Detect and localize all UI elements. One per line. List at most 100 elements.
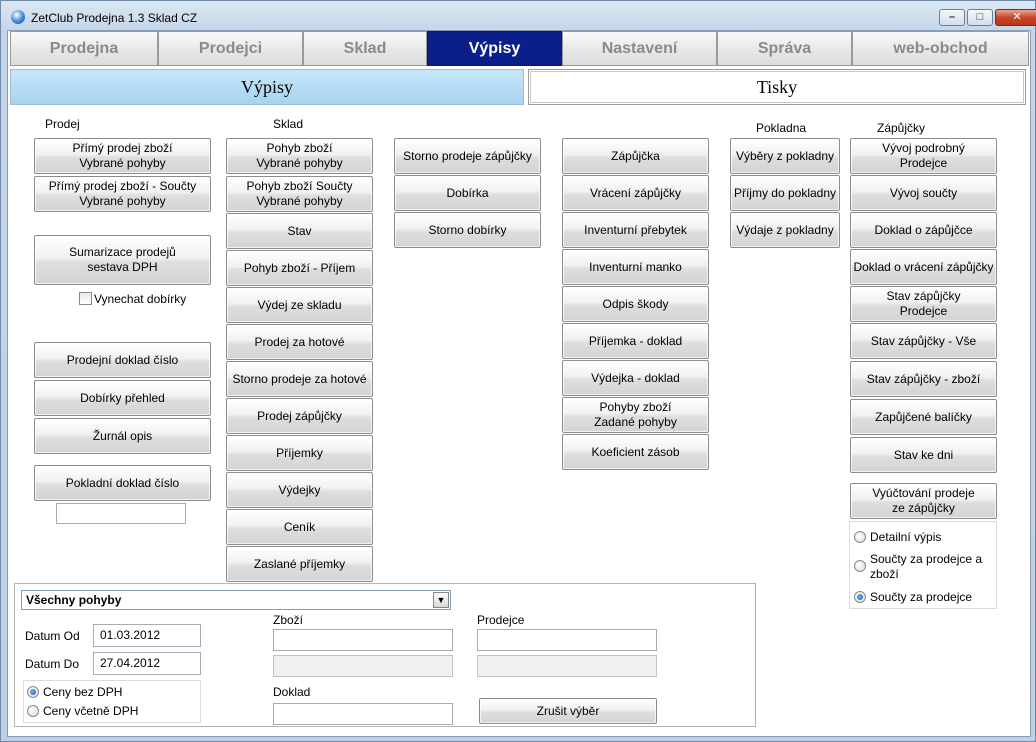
filter-panel: Všechny pohyby ▼ Datum Od 01.03.2012 Dat… xyxy=(14,583,756,727)
vydej-ze-skladu-button[interactable]: Výdej ze skladu xyxy=(226,287,373,323)
radio-ceny-vcetne-dph[interactable] xyxy=(27,705,39,717)
maximize-button[interactable]: □ xyxy=(967,9,993,26)
tab-prodejci[interactable]: Prodejci xyxy=(158,31,303,66)
vydejka-doklad-button[interactable]: Výdejka - doklad xyxy=(562,360,709,396)
vybery-z-pokladny-button[interactable]: Výběry z pokladny xyxy=(730,138,840,174)
radio-detailni-vypis[interactable] xyxy=(854,531,866,543)
prijemka-doklad-button[interactable]: Příjemka - doklad xyxy=(562,323,709,359)
inventurni-manko-button[interactable]: Inventurní manko xyxy=(562,249,709,285)
minimize-button[interactable]: – xyxy=(939,9,965,26)
radio-soucty-za-prodejce[interactable] xyxy=(854,591,866,603)
datum-do-label: Datum Do xyxy=(25,657,80,671)
close-button[interactable]: ✕ xyxy=(995,9,1036,26)
pokladna-heading: Pokladna xyxy=(756,121,807,135)
radio-soucty-prodejce-zbozi[interactable] xyxy=(854,560,866,572)
radio-soucty-prodejce-zbozi-label: Součty za prodejce a zboží xyxy=(870,552,983,581)
pohyb-zbozi-soucty-button[interactable]: Pohyb zboží Součty Vybrané pohyby xyxy=(226,176,373,212)
radio-ceny-vcetne-dph-label: Ceny včetně DPH xyxy=(43,704,139,718)
title-bar: ZetClub Prodejna 1.3 Sklad CZ – □ ✕ xyxy=(1,1,1036,31)
pohyby-zbozi-zadane-button[interactable]: Pohyby zboží Zadané pohyby xyxy=(562,397,709,433)
sklad-heading: Sklad xyxy=(273,117,304,131)
koeficient-zasob-button[interactable]: Koeficient zásob xyxy=(562,434,709,470)
subtab-tisky[interactable]: Tisky xyxy=(528,69,1026,105)
minimize-icon: – xyxy=(948,11,956,23)
radio-soucty-za-prodejce-label: Součty za prodejce xyxy=(870,590,973,604)
dobirka-button[interactable]: Dobírka xyxy=(394,175,541,211)
movement-type-value: Všechny pohyby xyxy=(26,593,122,607)
zaslane-prijemky-button[interactable]: Zaslané příjemky xyxy=(226,546,373,582)
zbozi-name-field xyxy=(273,655,453,677)
vynechat-dobirky-checkbox[interactable] xyxy=(79,292,92,305)
dobirky-prehled-button[interactable]: Dobírky přehled xyxy=(34,380,211,416)
window-title: ZetClub Prodejna 1.3 Sklad CZ xyxy=(31,11,198,25)
tab-sprava[interactable]: Správa xyxy=(717,31,852,66)
prodej-heading: Prodej xyxy=(45,117,80,131)
zapujcky-report-options: Detailní výpis Součty za prodejce a zbož… xyxy=(849,521,997,609)
stav-zapujcky-vse-button[interactable]: Stav zápůjčky - Vše xyxy=(850,323,997,359)
doklad-input[interactable] xyxy=(273,703,453,725)
prodej-zapujcky-button[interactable]: Prodej zápůjčky xyxy=(226,398,373,434)
main-tab-bar: Prodejna Prodejci Sklad Výpisy Nastavení… xyxy=(10,31,1030,67)
stav-ke-dni-button[interactable]: Stav ke dni xyxy=(850,437,997,473)
doklad-label: Doklad xyxy=(273,685,311,699)
pokladni-doklad-input[interactable] xyxy=(56,503,186,524)
radio-ceny-bez-dph-label: Ceny bez DPH xyxy=(43,685,123,699)
zbozi-input[interactable] xyxy=(273,629,453,651)
subtab-vypisy[interactable]: Výpisy xyxy=(10,69,524,105)
zapujcka-button[interactable]: Zápůjčka xyxy=(562,138,709,174)
doklad-o-vraceni-zapujcky-button[interactable]: Doklad o vrácení zápůjčky xyxy=(850,249,997,285)
prodejni-doklad-cislo-button[interactable]: Prodejní doklad číslo xyxy=(34,342,211,378)
storno-prodeje-za-hotove-button[interactable]: Storno prodeje za hotové xyxy=(226,361,373,397)
stav-zapujcky-prodejce-button[interactable]: Stav zápůjčky Prodejce xyxy=(850,286,997,322)
datum-od-input[interactable]: 01.03.2012 xyxy=(93,624,201,647)
stav-zapujcky-zbozi-button[interactable]: Stav zápůjčky - zboží xyxy=(850,361,997,397)
vyvoj-soucty-button[interactable]: Vývoj součty xyxy=(850,175,997,211)
inventurni-prebytek-button[interactable]: Inventurní přebytek xyxy=(562,212,709,248)
tab-prodejna[interactable]: Prodejna xyxy=(10,31,158,66)
datum-do-input[interactable]: 27.04.2012 xyxy=(93,652,201,675)
pokladni-doklad-cislo-button[interactable]: Pokladní doklad číslo xyxy=(34,465,211,501)
stav-button[interactable]: Stav xyxy=(226,213,373,249)
prijemky-button[interactable]: Příjemky xyxy=(226,435,373,471)
client-area: Prodejna Prodejci Sklad Výpisy Nastavení… xyxy=(7,30,1031,737)
prodej-za-hotove-button[interactable]: Prodej za hotové xyxy=(226,324,373,360)
price-options: Ceny bez DPH Ceny včetně DPH xyxy=(23,680,201,723)
tab-nastaveni[interactable]: Nastavení xyxy=(562,31,717,66)
zapujcene-balicky-button[interactable]: Zapůjčené balíčky xyxy=(850,399,997,435)
odpis-skody-button[interactable]: Odpis škody xyxy=(562,286,709,322)
close-icon: ✕ xyxy=(1012,11,1022,23)
sumarizace-prodeju-button[interactable]: Sumarizace prodejů sestava DPH xyxy=(34,235,211,285)
tab-vypisy[interactable]: Výpisy xyxy=(427,31,562,66)
primy-prodej-soucty-button[interactable]: Přímý prodej zboží - Součty Vybrané pohy… xyxy=(34,176,211,212)
prodejce-input[interactable] xyxy=(477,629,657,651)
vydejky-button[interactable]: Výdejky xyxy=(226,472,373,508)
storno-dobirky-button[interactable]: Storno dobírky xyxy=(394,212,541,248)
zapujcky-heading: Zápůjčky xyxy=(877,121,926,135)
zurnal-opis-button[interactable]: Žurnál opis xyxy=(34,418,211,454)
app-logo-icon xyxy=(11,10,25,24)
vyuctovani-prodeje-button[interactable]: Vyúčtování prodeje ze zápůjčky xyxy=(850,483,997,519)
vraceni-zapujcky-button[interactable]: Vrácení zápůjčky xyxy=(562,175,709,211)
pohyb-zbozi-prijem-button[interactable]: Pohyb zboží - Příjem xyxy=(226,250,373,286)
app-window: ZetClub Prodejna 1.3 Sklad CZ – □ ✕ Prod… xyxy=(0,0,1036,742)
primy-prodej-button[interactable]: Přímý prodej zboží Vybrané pohyby xyxy=(34,138,211,174)
vyvoj-podrobny-button[interactable]: Vývoj podrobný Prodejce xyxy=(850,138,997,174)
doklad-o-zapujcce-button[interactable]: Doklad o zápůjčce xyxy=(850,212,997,248)
tab-web-obchod[interactable]: web-obchod xyxy=(852,31,1029,66)
pohyb-zbozi-button[interactable]: Pohyb zboží Vybrané pohyby xyxy=(226,138,373,174)
cenik-button[interactable]: Ceník xyxy=(226,509,373,545)
datum-od-label: Datum Od xyxy=(25,629,80,643)
maximize-icon: □ xyxy=(976,11,984,23)
chevron-down-icon[interactable]: ▼ xyxy=(433,592,449,608)
tab-sklad[interactable]: Sklad xyxy=(303,31,427,66)
movement-type-select[interactable]: Všechny pohyby ▼ xyxy=(21,590,451,610)
zrusit-vyber-button[interactable]: Zrušit výběr xyxy=(479,698,657,724)
prijmy-do-pokladny-button[interactable]: Příjmy do pokladny xyxy=(730,175,840,211)
vynechat-dobirky-label: Vynechat dobírky xyxy=(94,292,187,306)
vydaje-z-pokladny-button[interactable]: Výdaje z pokladny xyxy=(730,212,840,248)
storno-prodeje-zapujcky-button[interactable]: Storno prodeje zápůjčky xyxy=(394,138,541,174)
prodejce-name-field xyxy=(477,655,657,677)
radio-detailni-vypis-label: Detailní výpis xyxy=(870,530,942,544)
prodejce-label: Prodejce xyxy=(477,613,525,627)
radio-ceny-bez-dph[interactable] xyxy=(27,686,39,698)
